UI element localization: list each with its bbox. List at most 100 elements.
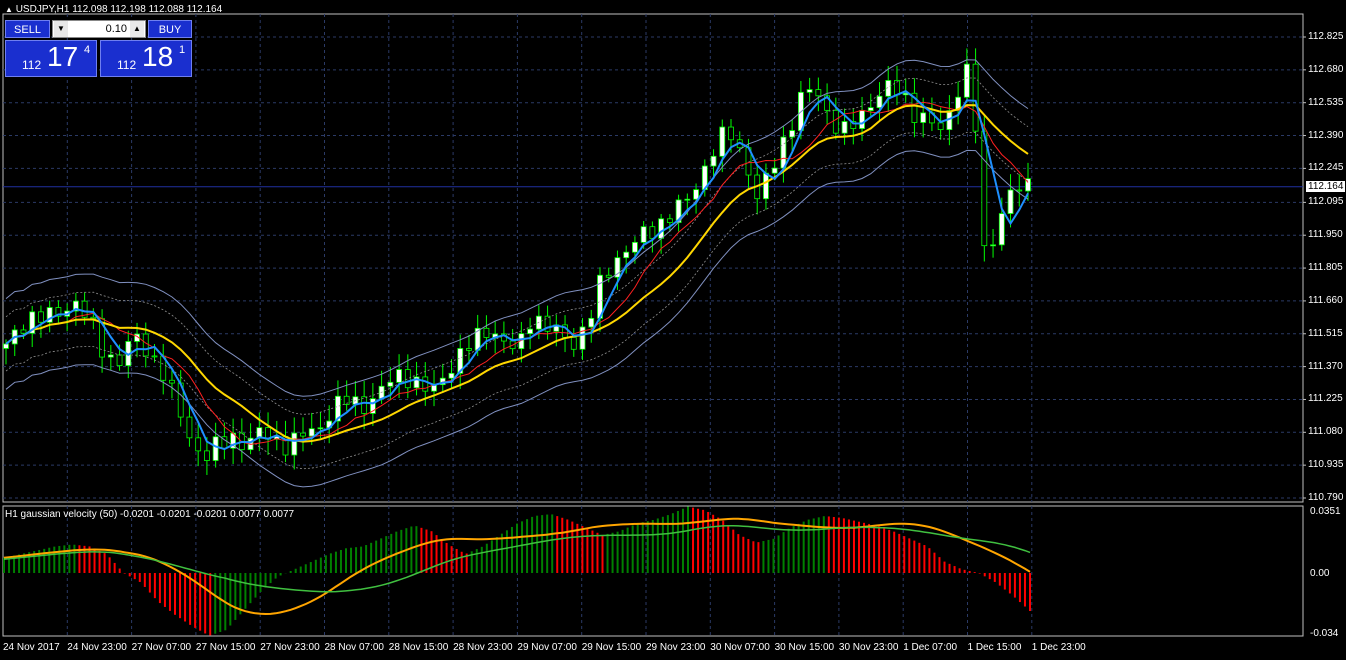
indicator-axis-bottom: -0.034 [1310,628,1339,639]
buy-button[interactable]: BUY [148,20,192,38]
candle-body [422,376,429,392]
time-axis-label: 24 Nov 2017 [3,642,60,653]
candle-body [771,167,778,174]
buy-price-box[interactable]: 112 18 1 [100,40,192,77]
candle-body [780,136,787,169]
sell-price-main: 17 [47,41,79,72]
candle-body [116,354,123,366]
candle-body [361,396,368,414]
candle-body [867,107,874,111]
candle-body [3,343,9,349]
candle-body [981,130,988,247]
time-axis-label: 24 Nov 23:00 [67,642,127,653]
candle-body [876,95,883,109]
candle-body [684,198,691,201]
buy-price-main: 18 [142,41,174,72]
candle-body [396,369,402,383]
candle-body [212,436,219,461]
time-axis-label: 30 Nov 15:00 [774,642,835,653]
candle-body [448,372,455,379]
candle-body [151,355,158,358]
buy-price-point: 1 [179,44,186,56]
time-axis-label: 30 Nov 23:00 [838,642,899,653]
price-axis-label: 111.225 [1308,393,1343,405]
indicator-axis-mid: 0.00 [1310,568,1330,579]
candle-body [1016,189,1023,192]
time-axis-label: 1 Dec 07:00 [903,642,958,653]
candle-body [186,416,193,439]
price-axis-label: 112.825 [1308,31,1344,42]
candle-body [632,241,638,253]
candle-body [317,427,324,430]
candle-body [937,122,944,131]
time-axis-label: 27 Nov 15:00 [195,642,256,653]
price-axis-label: 111.950 [1308,229,1343,241]
price-axis-label: 111.080 [1308,426,1343,438]
candle-body [169,379,175,384]
collapse-arrow-icon[interactable]: ▲ [5,5,13,14]
blue-ma-line [5,90,1029,451]
candle-body [483,327,490,338]
time-axis-label: 29 Nov 07:00 [517,642,577,653]
sell-price-prefix: 112 [22,58,42,72]
time-axis-label: 27 Nov 07:00 [131,642,192,653]
indicator-label: H1 gaussian velocity (50) -0.0201 -0.020… [5,509,295,520]
chart-canvas[interactable] [0,0,1346,660]
candle-body [38,311,44,323]
candle-body [658,218,665,239]
price-axis-label: 110.935 [1308,459,1344,471]
buy-price-prefix: 112 [117,58,137,72]
price-axis-label: 112.245 [1308,162,1344,174]
candle-body [728,126,734,141]
candle-body [806,89,813,93]
one-click-trading-panel: SELL ▼ 0.10 ▲ BUY 112 17 4 112 18 1 [5,20,192,77]
candle-body [605,274,612,278]
chart-window[interactable]: ▲ USDJPY,H1 112.098 112.198 112.088 112.… [0,0,1346,660]
lot-size-field[interactable]: ▼ 0.10 ▲ [52,20,146,38]
candle-body [666,218,673,223]
candle-body [649,226,656,239]
sell-price-point: 4 [84,44,91,56]
lot-value: 0.10 [105,23,127,35]
candle-body [195,437,202,452]
candle-body [859,110,865,129]
candle-body [204,450,210,461]
candle-body [20,329,27,334]
time-axis-label: 29 Nov 15:00 [581,642,642,653]
current-price-tag: 112.164 [1306,181,1346,192]
time-axis-label: 1 Dec 23:00 [1031,642,1086,653]
candle-body [963,63,970,98]
candle-body [815,89,822,97]
time-axis-label: 27 Nov 23:00 [260,642,320,653]
time-axis-label: 29 Nov 23:00 [646,642,706,653]
candle-body [527,328,534,335]
lot-decrease-icon[interactable]: ▼ [54,21,68,37]
candle-body [1007,189,1014,214]
candle-body [920,112,927,123]
price-axis-label: 111.805 [1308,262,1343,274]
time-axis-label: 28 Nov 07:00 [324,642,385,653]
candle-body [300,432,306,437]
lot-increase-icon[interactable]: ▲ [130,21,144,37]
sell-price-box[interactable]: 112 17 4 [5,40,97,77]
price-axis-label: 112.680 [1308,63,1344,75]
sell-button[interactable]: SELL [5,20,50,38]
candle-body [308,428,315,437]
candle-body [142,333,149,357]
price-axis-label: 111.370 [1308,360,1343,372]
candle-body [640,226,647,243]
candle-body [588,317,595,328]
candle-body [894,80,900,96]
price-axis-label: 112.390 [1308,129,1344,141]
candle-body [570,336,577,350]
price-axis-label: 111.660 [1308,294,1343,306]
candle-body [710,155,717,167]
symbol-header: ▲ USDJPY,H1 112.098 112.198 112.088 112.… [5,4,223,15]
price-axis-label: 111.515 [1308,327,1343,339]
candle-body [404,369,411,389]
candle-body [998,213,1005,246]
candle-body [291,432,298,456]
time-axis-label: 28 Nov 23:00 [453,642,513,653]
price-axis-label: 112.535 [1308,96,1344,108]
candle-body [832,109,839,134]
